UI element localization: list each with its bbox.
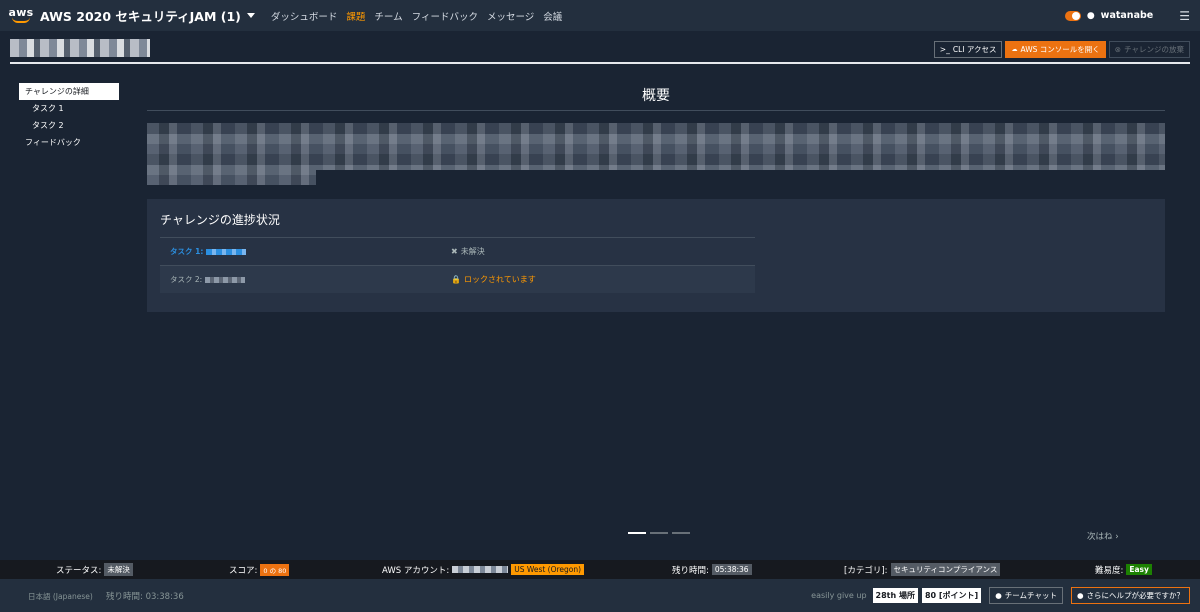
aws-logo-icon[interactable]: aws xyxy=(8,5,33,27)
left-nav-challenge-details[interactable]: チャレンジの詳細 xyxy=(19,83,119,100)
difficulty-label: 難易度: xyxy=(1095,565,1124,576)
user-icon: ● xyxy=(1086,10,1095,21)
chat-bubble-icon: ● xyxy=(995,591,1002,600)
status-item: ステータス: 未解決 xyxy=(56,560,133,579)
task-2-name-redacted xyxy=(205,276,246,283)
terminal-icon: >_ xyxy=(939,45,950,54)
nav-link-team[interactable]: チーム xyxy=(374,9,402,23)
footer: 日本語 (Japanese) 残り時間: 03:38:36 easily giv… xyxy=(0,579,1200,612)
header-divider xyxy=(10,62,1190,64)
task-1-link[interactable]: タスク 1: xyxy=(170,246,203,257)
theme-toggle[interactable] xyxy=(1064,10,1081,21)
remaining-item: 残り時間: 05:38:36 xyxy=(672,560,752,579)
aws-smile-icon xyxy=(12,17,30,23)
chevron-right-icon: › xyxy=(1115,532,1119,542)
next-label: 次はね xyxy=(1087,532,1113,542)
team-chat-button[interactable]: ● チームチャット xyxy=(989,587,1063,604)
cli-access-label: CLI アクセス xyxy=(952,45,997,54)
overview-title: 概要 xyxy=(642,88,670,104)
left-nav-task-2[interactable]: タスク 2 xyxy=(19,117,119,134)
challenge-header: >_ CLI アクセス ☁ AWS コンソールを開く ⊗ チャレンジの放棄 xyxy=(0,31,1200,64)
left-nav: チャレンジの詳細 タスク 1 タスク 2 フィードバック xyxy=(19,83,119,151)
table-row: タスク 2: 🔒 ロックされています xyxy=(160,265,755,293)
cli-access-button[interactable]: >_ CLI アクセス xyxy=(933,41,1003,58)
region-badge: US West (Oregon) xyxy=(511,564,585,575)
language-selector[interactable]: 日本語 (Japanese) xyxy=(28,591,93,602)
remaining-label: 残り時間: xyxy=(672,565,709,576)
close-icon: ✖ xyxy=(451,247,458,256)
task-2-label: タスク 2: xyxy=(170,275,203,284)
footer-remaining-time: 残り時間: 03:38:36 xyxy=(106,592,184,602)
progress-table: タスク 1: ✖ 未解決 タスク 2: 🔒 ロックされています xyxy=(160,237,755,293)
score-badge: 0 の 80 xyxy=(260,563,290,576)
top-navbar: aws AWS 2020 セキュリティJAM (1) ダッシュボード 課題 チー… xyxy=(0,0,1200,31)
next-link[interactable]: 次はね › xyxy=(1087,530,1119,542)
open-console-button[interactable]: ☁ AWS コンソールを開く xyxy=(1005,41,1106,58)
nav-link-messages[interactable]: メッセージ xyxy=(487,9,534,23)
points-badge: 80 [ポイント] xyxy=(921,588,982,603)
nav-link-meetings[interactable]: 会議 xyxy=(543,9,562,23)
challenge-status-bar: ステータス: 未解決 スコア: 0 の 80 AWS アカウント: US Wes… xyxy=(0,560,1200,579)
task-cell: タスク 2: xyxy=(160,274,451,285)
progress-title: チャレンジの進捗状況 xyxy=(160,213,280,227)
nav-right: ● watanabe ☰ xyxy=(1064,0,1190,31)
giveup-text: easily give up xyxy=(811,591,867,600)
giveup-challenge-button[interactable]: ⊗ チャレンジの放棄 xyxy=(1108,41,1190,58)
header-buttons: >_ CLI アクセス ☁ AWS コンソールを開く ⊗ チャレンジの放棄 xyxy=(933,41,1190,58)
task-2-status: 🔒 ロックされています xyxy=(451,274,536,285)
help-label: さらにヘルプが必要ですか？ xyxy=(1086,591,1185,600)
nav-link-challenges[interactable]: 課題 xyxy=(346,9,365,23)
footer-right: easily give up 28th 場所 80 [ポイント] ● チームチャ… xyxy=(811,587,1190,604)
nav-links: ダッシュボード 課題 チーム フィードバック メッセージ 会議 xyxy=(271,9,571,23)
description-redacted-mask xyxy=(316,170,1165,186)
aws-icon: ☁ xyxy=(1011,46,1018,53)
account-label: AWS アカウント: xyxy=(382,565,450,576)
task-cell[interactable]: タスク 1: xyxy=(160,246,451,257)
category-badge: セキュリティコンプライアンス xyxy=(890,563,1001,576)
difficulty-badge: Easy xyxy=(1126,564,1152,575)
left-nav-task-1[interactable]: タスク 1 xyxy=(19,100,119,117)
category-item: [カテゴリ]: セキュリティコンプライアンス xyxy=(844,560,1001,579)
difficulty-item: 難易度: Easy xyxy=(1095,560,1152,579)
task-2-status-text: ロックされています xyxy=(463,275,536,284)
carousel-indicators xyxy=(628,532,690,534)
giveup-challenge-label: チャレンジの放棄 xyxy=(1124,45,1184,54)
challenge-title-redacted xyxy=(10,39,150,57)
event-title[interactable]: AWS 2020 セキュリティJAM (1) xyxy=(40,6,241,25)
team-chat-label: チームチャット xyxy=(1004,591,1057,600)
chevron-down-icon[interactable] xyxy=(246,13,255,18)
progress-panel: チャレンジの進捗状況 タスク 1: ✖ 未解決 タスク 2: 🔒 ロックされてい… xyxy=(147,199,1165,312)
account-item: AWS アカウント: US West (Oregon) xyxy=(382,560,585,579)
task-1-status: ✖ 未解決 xyxy=(451,246,485,257)
help-button[interactable]: ● さらにヘルプが必要ですか？ xyxy=(1070,587,1190,604)
rank-badge: 28th 場所 xyxy=(872,588,918,603)
nav-link-feedback[interactable]: フィードバック xyxy=(412,9,478,23)
account-id-redacted xyxy=(452,566,509,573)
category-label: [カテゴリ]: xyxy=(844,565,888,576)
task-1-status-text: 未解決 xyxy=(460,247,485,256)
close-circle-icon: ⊗ xyxy=(1114,45,1122,54)
status-label: ステータス: xyxy=(56,565,102,576)
task-1-name-redacted xyxy=(206,248,247,255)
lock-icon: 🔒 xyxy=(451,275,461,284)
carousel-dot[interactable] xyxy=(672,532,690,534)
remaining-badge: 05:38:36 xyxy=(711,564,752,575)
carousel-dot[interactable] xyxy=(650,532,668,534)
left-nav-feedback[interactable]: フィードバック xyxy=(19,134,119,151)
nav-link-dashboard[interactable]: ダッシュボード xyxy=(271,9,338,23)
hamburger-menu-icon[interactable]: ☰ xyxy=(1179,9,1190,23)
status-badge: 未解決 xyxy=(104,563,133,576)
table-row: タスク 1: ✖ 未解決 xyxy=(160,237,755,265)
chat-bubble-icon: ● xyxy=(1076,591,1084,600)
score-item: スコア: 0 の 80 xyxy=(229,560,290,579)
open-console-label: AWS コンソールを開く xyxy=(1020,45,1100,54)
score-label: スコア: xyxy=(229,565,258,576)
carousel-dot[interactable] xyxy=(628,532,646,534)
username[interactable]: watanabe xyxy=(1101,10,1154,21)
overview-divider xyxy=(147,110,1165,111)
